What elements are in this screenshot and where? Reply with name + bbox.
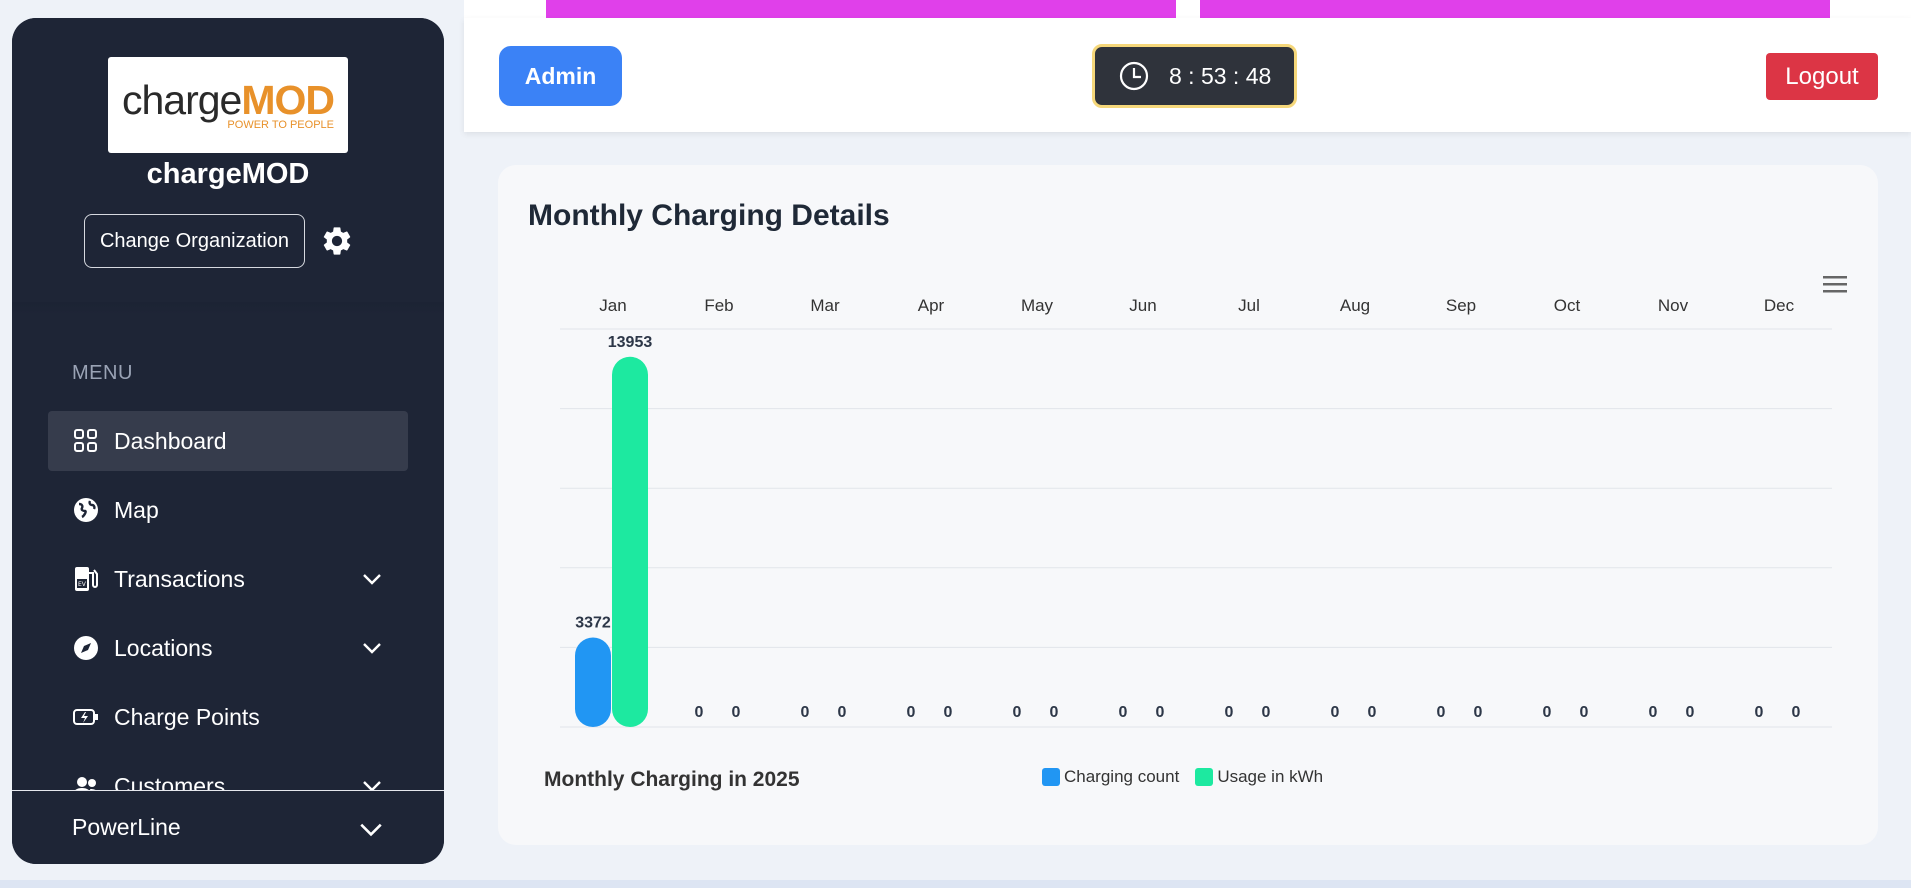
legend-item-charging-count[interactable]: Charging count <box>1042 767 1179 787</box>
clock-display: 8 : 53 : 48 <box>1092 44 1297 108</box>
chevron-down-icon[interactable] <box>360 567 384 591</box>
clock-time: 8 : 53 : 48 <box>1169 62 1272 89</box>
svg-text:EV: EV <box>78 581 87 588</box>
logo-word-plain: charge <box>121 77 242 123</box>
x-tick-label: Jul <box>1238 296 1260 315</box>
sidebar-item-locations[interactable]: Locations <box>48 618 408 678</box>
gear-icon[interactable] <box>320 224 354 258</box>
data-label: 0 <box>1580 704 1589 721</box>
battery-charging-icon <box>72 703 100 731</box>
data-label: 0 <box>1649 704 1658 721</box>
sidebar-item-transactions[interactable]: EV Transactions <box>48 549 408 609</box>
logout-button[interactable]: Logout <box>1766 53 1878 100</box>
data-label: 0 <box>801 704 810 721</box>
sidebar-item-dashboard[interactable]: Dashboard <box>48 411 408 471</box>
data-label: 0 <box>1331 704 1340 721</box>
x-tick-label: Feb <box>704 296 733 315</box>
data-label: 0 <box>1119 704 1128 721</box>
chevron-down-icon[interactable] <box>358 816 384 842</box>
data-label: 0 <box>1368 704 1377 721</box>
progress-bar-left <box>546 0 1176 18</box>
sidebar-item-charge-points[interactable]: Charge Points <box>48 687 408 747</box>
chart-bar <box>575 637 611 727</box>
x-tick-label: Nov <box>1658 296 1689 315</box>
sidebar: chargeMOD POWER TO PEOPLE chargeMOD Chan… <box>12 18 444 864</box>
sidebar-item-label: Map <box>114 496 159 523</box>
monthly-charging-card: Monthly Charging Details Jan 3372 13953 Feb… <box>498 165 1878 845</box>
x-tick-label: May <box>1021 296 1054 315</box>
chart-bar <box>612 356 648 727</box>
x-tick-label: Dec <box>1764 296 1795 315</box>
logo-word-bold: MOD <box>241 77 335 123</box>
data-label: 0 <box>1225 704 1234 721</box>
top-header: Admin 8 : 53 : 48 Logout <box>464 18 1911 132</box>
sidebar-item-map[interactable]: Map <box>48 480 408 540</box>
data-label: 0 <box>1755 704 1764 721</box>
progress-bar-right <box>1200 0 1830 18</box>
logo-tagline: POWER TO PEOPLE <box>227 119 334 131</box>
data-label: 0 <box>838 704 847 721</box>
x-tick-label: Apr <box>918 296 945 315</box>
data-label: 0 <box>1474 704 1483 721</box>
data-label: 0 <box>1050 704 1059 721</box>
data-label: 0 <box>907 704 916 721</box>
data-label: 0 <box>1156 704 1165 721</box>
organization-switcher[interactable]: PowerLine <box>12 790 444 864</box>
x-tick-label: Jun <box>1129 296 1156 315</box>
current-organization-label: PowerLine <box>72 814 181 840</box>
data-label: 0 <box>1543 704 1552 721</box>
legend-label: Charging count <box>1064 767 1180 786</box>
legend-item-usage-kwh[interactable]: Usage in kWh <box>1195 767 1323 787</box>
menu-section-label: MENU <box>72 362 133 384</box>
x-tick-label: Mar <box>810 296 840 315</box>
data-label: 0 <box>1686 704 1695 721</box>
chart-legend: Charging count Usage in kWh <box>1042 767 1339 787</box>
data-label: 0 <box>732 704 741 721</box>
monthly-charging-chart: Jan 3372 13953 Feb 0 0 Mar 0 0 Apr 0 0 May 0 0 Jun 0 0 Jul… <box>544 296 1832 791</box>
data-label: 0 <box>1437 704 1446 721</box>
grid-icon <box>72 427 100 455</box>
x-tick-label: Sep <box>1446 296 1476 315</box>
legend-swatch <box>1042 768 1060 786</box>
change-organization-button[interactable]: Change Organization <box>84 214 305 268</box>
sidebar-header-separator <box>12 302 444 316</box>
globe-icon <box>72 496 100 524</box>
page-bottom-strip <box>0 880 1911 888</box>
ev-pump-icon: EV <box>72 565 100 593</box>
data-label: 3372 <box>575 615 611 632</box>
logo-wordmark: chargeMOD <box>121 77 335 123</box>
x-tick-label: Jan <box>599 296 626 315</box>
data-label: 0 <box>1013 704 1022 721</box>
sidebar-item-label: Locations <box>114 634 213 661</box>
legend-swatch <box>1195 768 1214 786</box>
org-logo: chargeMOD POWER TO PEOPLE <box>108 57 348 153</box>
data-label: 0 <box>944 704 953 721</box>
org-name: chargeMOD <box>146 158 310 190</box>
data-label: 0 <box>695 704 704 721</box>
chevron-down-icon[interactable] <box>360 636 384 660</box>
chart-title: Monthly Charging in 2025 <box>544 768 800 791</box>
data-label: 0 <box>1792 704 1801 721</box>
sidebar-item-label: Charge Points <box>114 703 260 730</box>
x-tick-label: Aug <box>1340 296 1370 315</box>
sidebar-item-label: Transactions <box>114 565 245 592</box>
x-tick-label: Oct <box>1554 296 1581 315</box>
data-label: 0 <box>1262 704 1271 721</box>
data-label: 13953 <box>608 334 653 351</box>
clock-icon <box>1119 61 1149 91</box>
admin-button[interactable]: Admin <box>499 46 622 106</box>
sidebar-item-label: Dashboard <box>114 427 227 454</box>
legend-label: Usage in kWh <box>1217 767 1324 786</box>
compass-icon <box>72 634 100 662</box>
